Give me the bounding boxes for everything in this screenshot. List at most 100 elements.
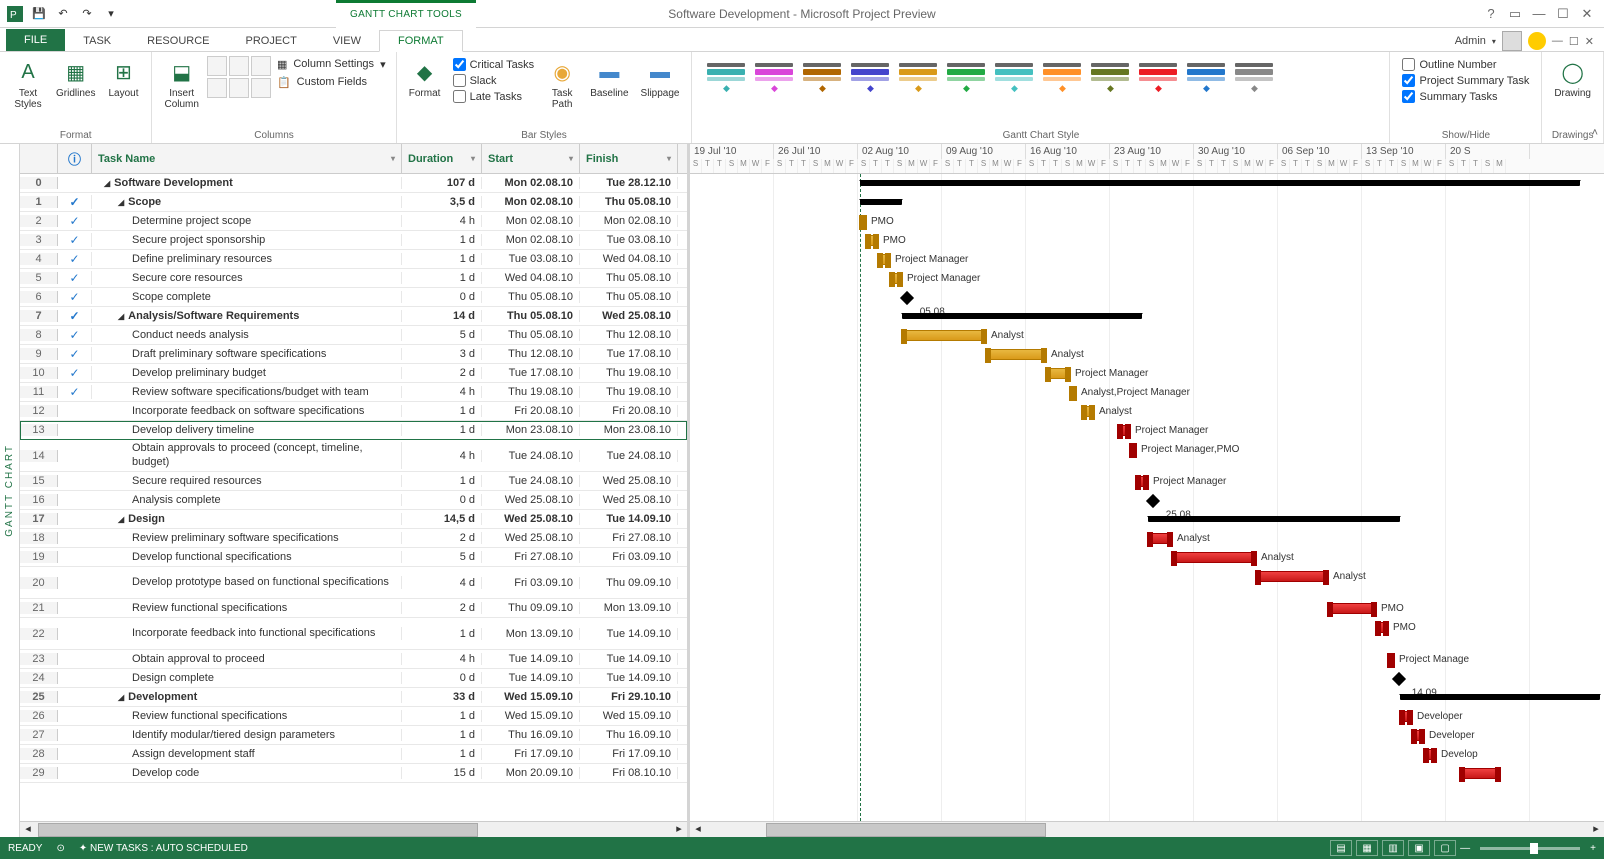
gantt-row[interactable]: Project Manager — [690, 472, 1604, 491]
start-cell[interactable]: Mon 13.09.10 — [482, 628, 580, 640]
row-number[interactable]: 15 — [20, 475, 58, 487]
task-bar[interactable]: Project Manager — [1118, 425, 1130, 436]
gantt-row[interactable]: 25.08 — [690, 491, 1604, 510]
finish-cell[interactable]: Thu 05.08.10 — [580, 291, 678, 303]
zoom-slider[interactable] — [1480, 847, 1580, 850]
table-row[interactable]: 25 ◢Development 33 d Wed 15.09.10 Fri 29… — [20, 688, 687, 707]
finish-cell[interactable]: Tue 14.09.10 — [580, 628, 678, 640]
style-swatch-1[interactable]: ◆ — [752, 60, 796, 98]
gantt-row[interactable]: Analyst — [690, 548, 1604, 567]
task-name-cell[interactable]: Obtain approval to proceed — [92, 653, 402, 665]
slippage-button[interactable]: ▬Slippage — [637, 56, 684, 101]
gantt-row[interactable] — [690, 193, 1604, 212]
help-icon[interactable]: ? — [1482, 5, 1500, 23]
table-row[interactable]: 21 Review functional specifications 2 d … — [20, 599, 687, 618]
task-name-cell[interactable]: Secure required resources — [92, 475, 402, 487]
finish-cell[interactable]: Wed 25.08.10 — [580, 494, 678, 506]
finish-cell[interactable]: Thu 19.08.10 — [580, 386, 678, 398]
tab-task[interactable]: TASK — [65, 31, 129, 51]
row-number[interactable]: 16 — [20, 494, 58, 506]
app-icon[interactable]: P — [4, 3, 26, 25]
view-resource-sheet-icon[interactable]: ▣ — [1408, 840, 1430, 856]
gantt-row[interactable]: PMO — [690, 231, 1604, 250]
duration-cell[interactable]: 1 d — [402, 475, 482, 487]
table-row[interactable]: 24 Design complete 0 d Tue 14.09.10 Tue … — [20, 669, 687, 688]
zoom-out-icon[interactable]: — — [1460, 843, 1470, 854]
tab-resource[interactable]: RESOURCE — [129, 31, 227, 51]
style-swatch-10[interactable]: ◆ — [1184, 60, 1228, 98]
column-settings-button[interactable]: ▦ Column Settings ▾ — [275, 56, 388, 72]
finish-cell[interactable]: Wed 25.08.10 — [580, 475, 678, 487]
gantt-row[interactable]: Developer — [690, 707, 1604, 726]
task-name-cell[interactable]: Design complete — [92, 672, 402, 684]
finish-cell[interactable]: Wed 15.09.10 — [580, 710, 678, 722]
task-name-cell[interactable]: ◢Scope — [92, 196, 402, 208]
outline-number-checkbox[interactable]: Outline Number — [1402, 58, 1529, 71]
start-cell[interactable]: Tue 24.08.10 — [482, 475, 580, 487]
style-swatch-2[interactable]: ◆ — [800, 60, 844, 98]
finish-cell[interactable]: Tue 14.09.10 — [580, 653, 678, 665]
task-grid[interactable]: ⓘ Task Name▾ Duration▾ Start▾ Finish▾ 0 … — [20, 144, 690, 837]
row-number[interactable]: 12 — [20, 405, 58, 417]
start-cell[interactable]: Wed 25.08.10 — [482, 494, 580, 506]
gantt-row[interactable]: 05.08 — [690, 288, 1604, 307]
duration-cell[interactable]: 3,5 d — [402, 196, 482, 208]
collapse-icon[interactable]: ◢ — [118, 312, 124, 321]
wrap-text-icon[interactable] — [207, 78, 227, 98]
start-cell[interactable]: Tue 17.08.10 — [482, 367, 580, 379]
finish-cell[interactable]: Thu 16.09.10 — [580, 729, 678, 741]
custom-fields-button[interactable]: 📋 Custom Fields — [275, 74, 388, 90]
start-cell[interactable]: Mon 02.08.10 — [482, 196, 580, 208]
finish-cell[interactable]: Thu 05.08.10 — [580, 272, 678, 284]
week-header[interactable]: 09 Aug '10 — [942, 144, 1026, 159]
task-bar[interactable]: Analyst — [1256, 571, 1328, 582]
finish-cell[interactable]: Thu 12.08.10 — [580, 329, 678, 341]
task-bar[interactable]: Project Manager,PMO — [1130, 444, 1136, 455]
duration-cell[interactable]: 1 d — [402, 234, 482, 246]
window-restore-icon[interactable]: ☐ — [1569, 35, 1579, 48]
view-report-icon[interactable]: ▢ — [1434, 840, 1456, 856]
header-rownum[interactable] — [20, 144, 58, 173]
task-name-cell[interactable]: ◢Software Development — [92, 177, 402, 189]
start-cell[interactable]: Wed 25.08.10 — [482, 532, 580, 544]
finish-cell[interactable]: Tue 14.09.10 — [580, 513, 678, 525]
gantt-row[interactable]: Project Manager — [690, 269, 1604, 288]
task-bar[interactable]: Analyst,Project Manager — [1070, 387, 1076, 398]
finish-cell[interactable]: Fri 03.09.10 — [580, 551, 678, 563]
view-gantt-icon[interactable]: ▤ — [1330, 840, 1352, 856]
duration-cell[interactable]: 4 h — [402, 386, 482, 398]
table-row[interactable]: 0 ◢Software Development 107 d Mon 02.08.… — [20, 174, 687, 193]
row-number[interactable]: 8 — [20, 329, 58, 341]
start-cell[interactable]: Tue 24.08.10 — [482, 450, 580, 462]
duration-cell[interactable]: 0 d — [402, 494, 482, 506]
task-bar[interactable]: Develop — [1424, 749, 1436, 760]
task-name-cell[interactable]: Develop prototype based on functional sp… — [92, 576, 402, 589]
gantt-chart[interactable]: 19 Jul '1026 Jul '1002 Aug '1009 Aug '10… — [690, 144, 1604, 837]
finish-cell[interactable]: Thu 05.08.10 — [580, 196, 678, 208]
row-number[interactable]: 19 — [20, 551, 58, 563]
task-name-cell[interactable]: Scope complete — [92, 291, 402, 303]
row-number[interactable]: 6 — [20, 291, 58, 303]
gantt-row[interactable]: Project Manage — [690, 650, 1604, 669]
finish-cell[interactable]: Tue 14.09.10 — [580, 672, 678, 684]
table-row[interactable]: 12 Incorporate feedback on software spec… — [20, 402, 687, 421]
row-number[interactable]: 7 — [20, 310, 58, 322]
start-cell[interactable]: Mon 20.09.10 — [482, 767, 580, 779]
summary-bar[interactable] — [1400, 694, 1600, 700]
baseline-button[interactable]: ▬Baseline — [586, 56, 632, 101]
start-cell[interactable]: Tue 14.09.10 — [482, 672, 580, 684]
duration-cell[interactable]: 1 d — [402, 710, 482, 722]
grid-hscrollbar[interactable]: ◂ ▸ — [20, 821, 687, 837]
tab-format[interactable]: FORMAT — [379, 30, 463, 52]
task-bar[interactable]: Project Manager — [1046, 368, 1070, 379]
task-name-cell[interactable]: Obtain approvals to proceed (concept, ti… — [92, 442, 402, 468]
table-row[interactable]: 13 Develop delivery timeline 1 d Mon 23.… — [20, 421, 687, 440]
style-swatch-6[interactable]: ◆ — [992, 60, 1036, 98]
duration-cell[interactable]: 1 d — [402, 253, 482, 265]
table-row[interactable]: 15 Secure required resources 1 d Tue 24.… — [20, 472, 687, 491]
duration-cell[interactable]: 2 d — [402, 602, 482, 614]
qat-dropdown-icon[interactable]: ▾ — [100, 3, 122, 25]
style-swatch-9[interactable]: ◆ — [1136, 60, 1180, 98]
table-row[interactable]: 26 Review functional specifications 1 d … — [20, 707, 687, 726]
row-number[interactable]: 20 — [20, 577, 58, 589]
